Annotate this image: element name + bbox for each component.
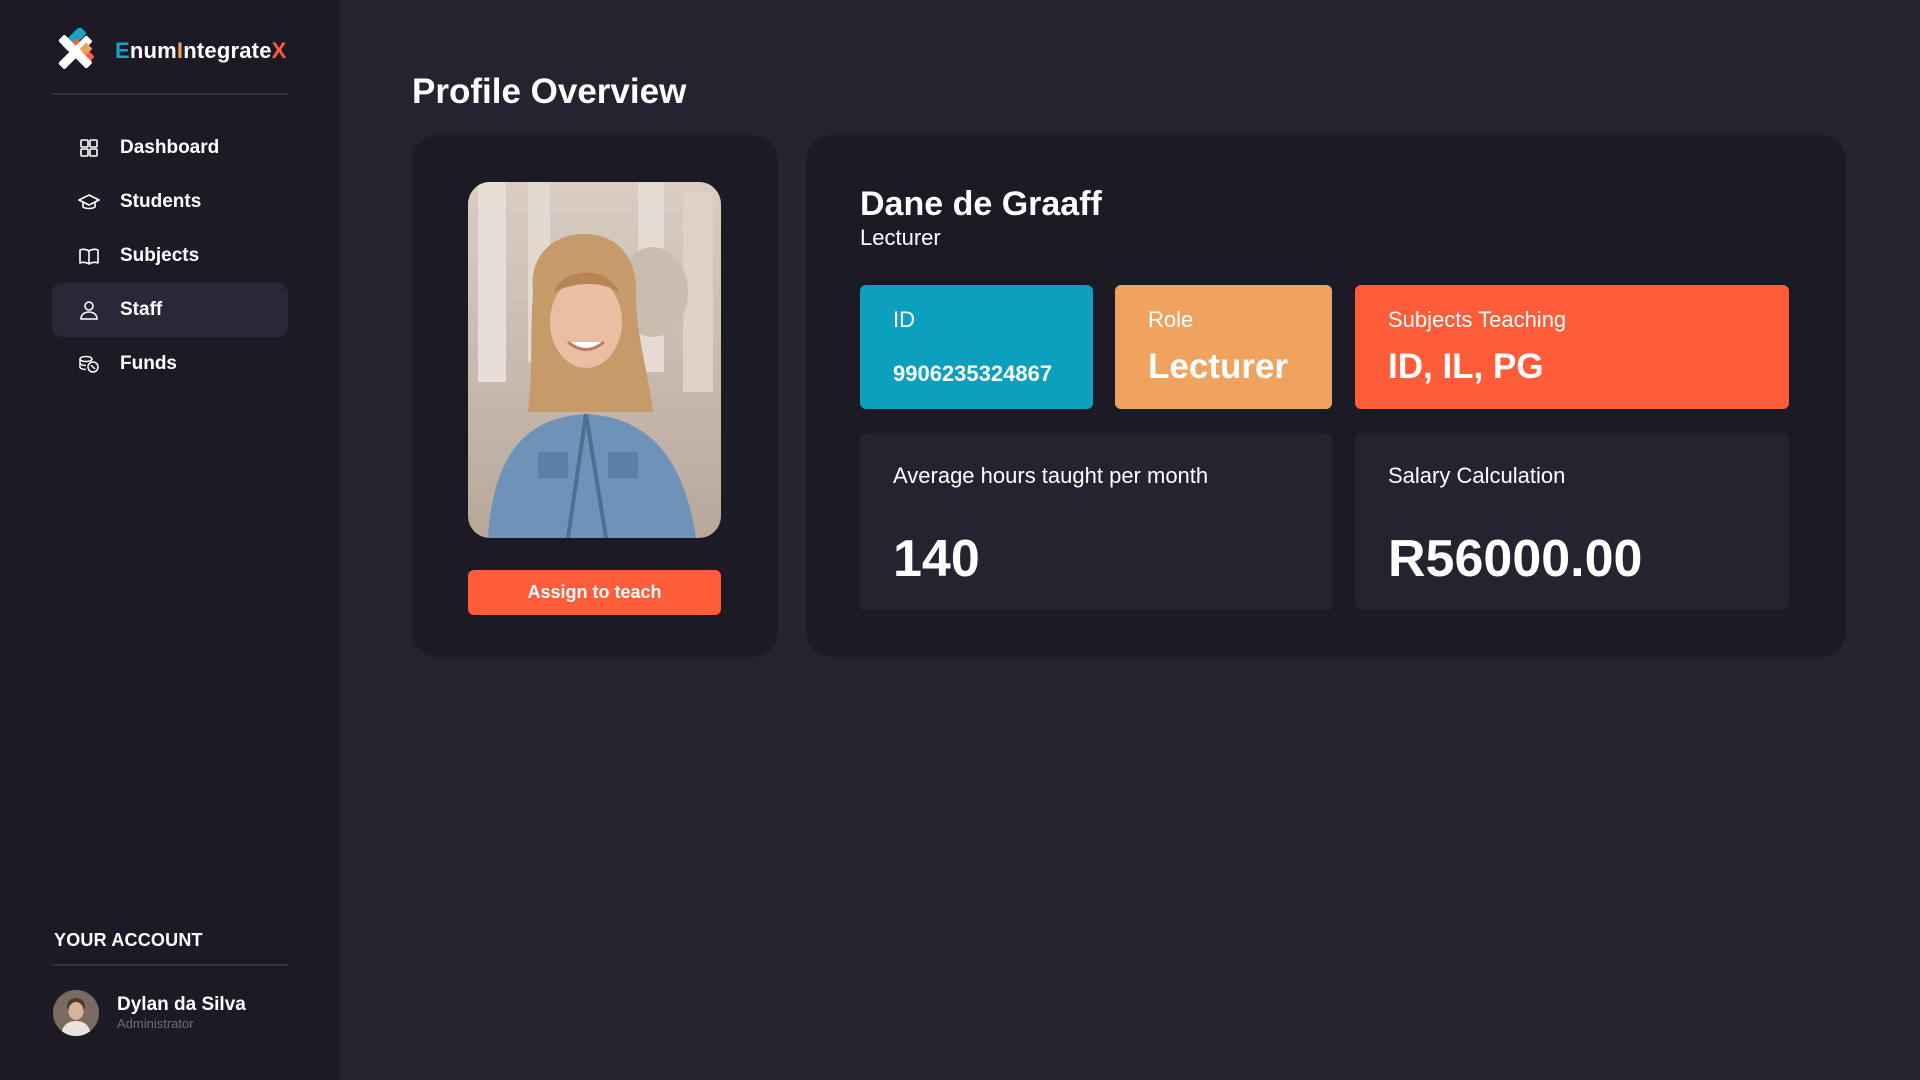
sidebar: EnumIntegrateX Dashboard Students Subjec…: [0, 0, 340, 1080]
sidebar-item-label: Funds: [120, 353, 177, 374]
profile-info-card: Dane de Graaff Lecturer ID 9906235324867…: [806, 135, 1846, 657]
sidebar-item-funds[interactable]: Funds: [52, 337, 288, 391]
salary-calculation-tile: Salary Calculation R56000.00: [1355, 433, 1789, 610]
account-divider: [53, 964, 288, 966]
sidebar-item-staff[interactable]: Staff: [52, 283, 288, 337]
account-role: Administrator: [117, 1016, 194, 1031]
id-tile: ID 9906235324867: [860, 285, 1093, 409]
assign-to-teach-button[interactable]: Assign to teach: [468, 570, 721, 615]
profile-photo: [468, 182, 721, 538]
brand-name: EnumIntegrateX: [115, 38, 287, 63]
brand-logo-icon: [58, 28, 94, 69]
sidebar-nav: Dashboard Students Subjects Staff Funds: [52, 121, 288, 391]
average-hours-tile: Average hours taught per month 140: [860, 433, 1332, 610]
id-tile-value: 9906235324867: [893, 361, 1053, 386]
role-tile: Role Lecturer: [1115, 285, 1332, 409]
sidebar-item-label: Students: [120, 191, 202, 212]
subjects-tile-value: ID, IL, PG: [1388, 347, 1544, 386]
app-root: EnumIntegrateX Dashboard Students Subjec…: [0, 0, 1920, 1080]
brand-divider: [53, 93, 288, 95]
sidebar-item-label: Staff: [120, 299, 163, 320]
sidebar-item-label: Dashboard: [120, 137, 220, 158]
account-text: Dylan da Silva Administrator: [117, 994, 246, 1032]
profile-photo-card: Assign to teach: [412, 135, 778, 657]
person-name: Dane de Graaff: [860, 185, 1102, 223]
subjects-tile-label: Subjects Teaching: [1388, 307, 1567, 332]
account-section-title: YOUR ACCOUNT: [54, 930, 203, 950]
avatar[interactable]: [53, 990, 99, 1036]
sidebar-item-label: Subjects: [120, 245, 200, 266]
sidebar-item-students[interactable]: Students: [52, 175, 288, 229]
person-role: Lecturer: [860, 225, 941, 250]
account-profile[interactable]: Dylan da Silva Administrator: [53, 990, 246, 1036]
coins-icon: [78, 353, 100, 375]
account-name: Dylan da Silva: [117, 994, 246, 1015]
subjects-teaching-tile: Subjects Teaching ID, IL, PG: [1355, 285, 1789, 409]
user-icon: [78, 299, 100, 321]
sidebar-item-subjects[interactable]: Subjects: [52, 229, 288, 283]
book-icon: [78, 245, 100, 267]
salary-tile-label: Salary Calculation: [1388, 463, 1566, 488]
hours-tile-value: 140: [893, 530, 980, 588]
id-tile-label: ID: [893, 307, 915, 332]
brand[interactable]: EnumIntegrateX: [53, 27, 287, 75]
dashboard-grid-icon: [78, 137, 100, 159]
page-title: Profile Overview: [412, 72, 687, 111]
role-tile-value: Lecturer: [1148, 347, 1289, 386]
hours-tile-label: Average hours taught per month: [893, 463, 1209, 488]
role-tile-label: Role: [1148, 307, 1194, 332]
sidebar-item-dashboard[interactable]: Dashboard: [52, 121, 288, 175]
graduation-cap-icon: [78, 191, 100, 213]
salary-tile-value: R56000.00: [1388, 530, 1643, 588]
